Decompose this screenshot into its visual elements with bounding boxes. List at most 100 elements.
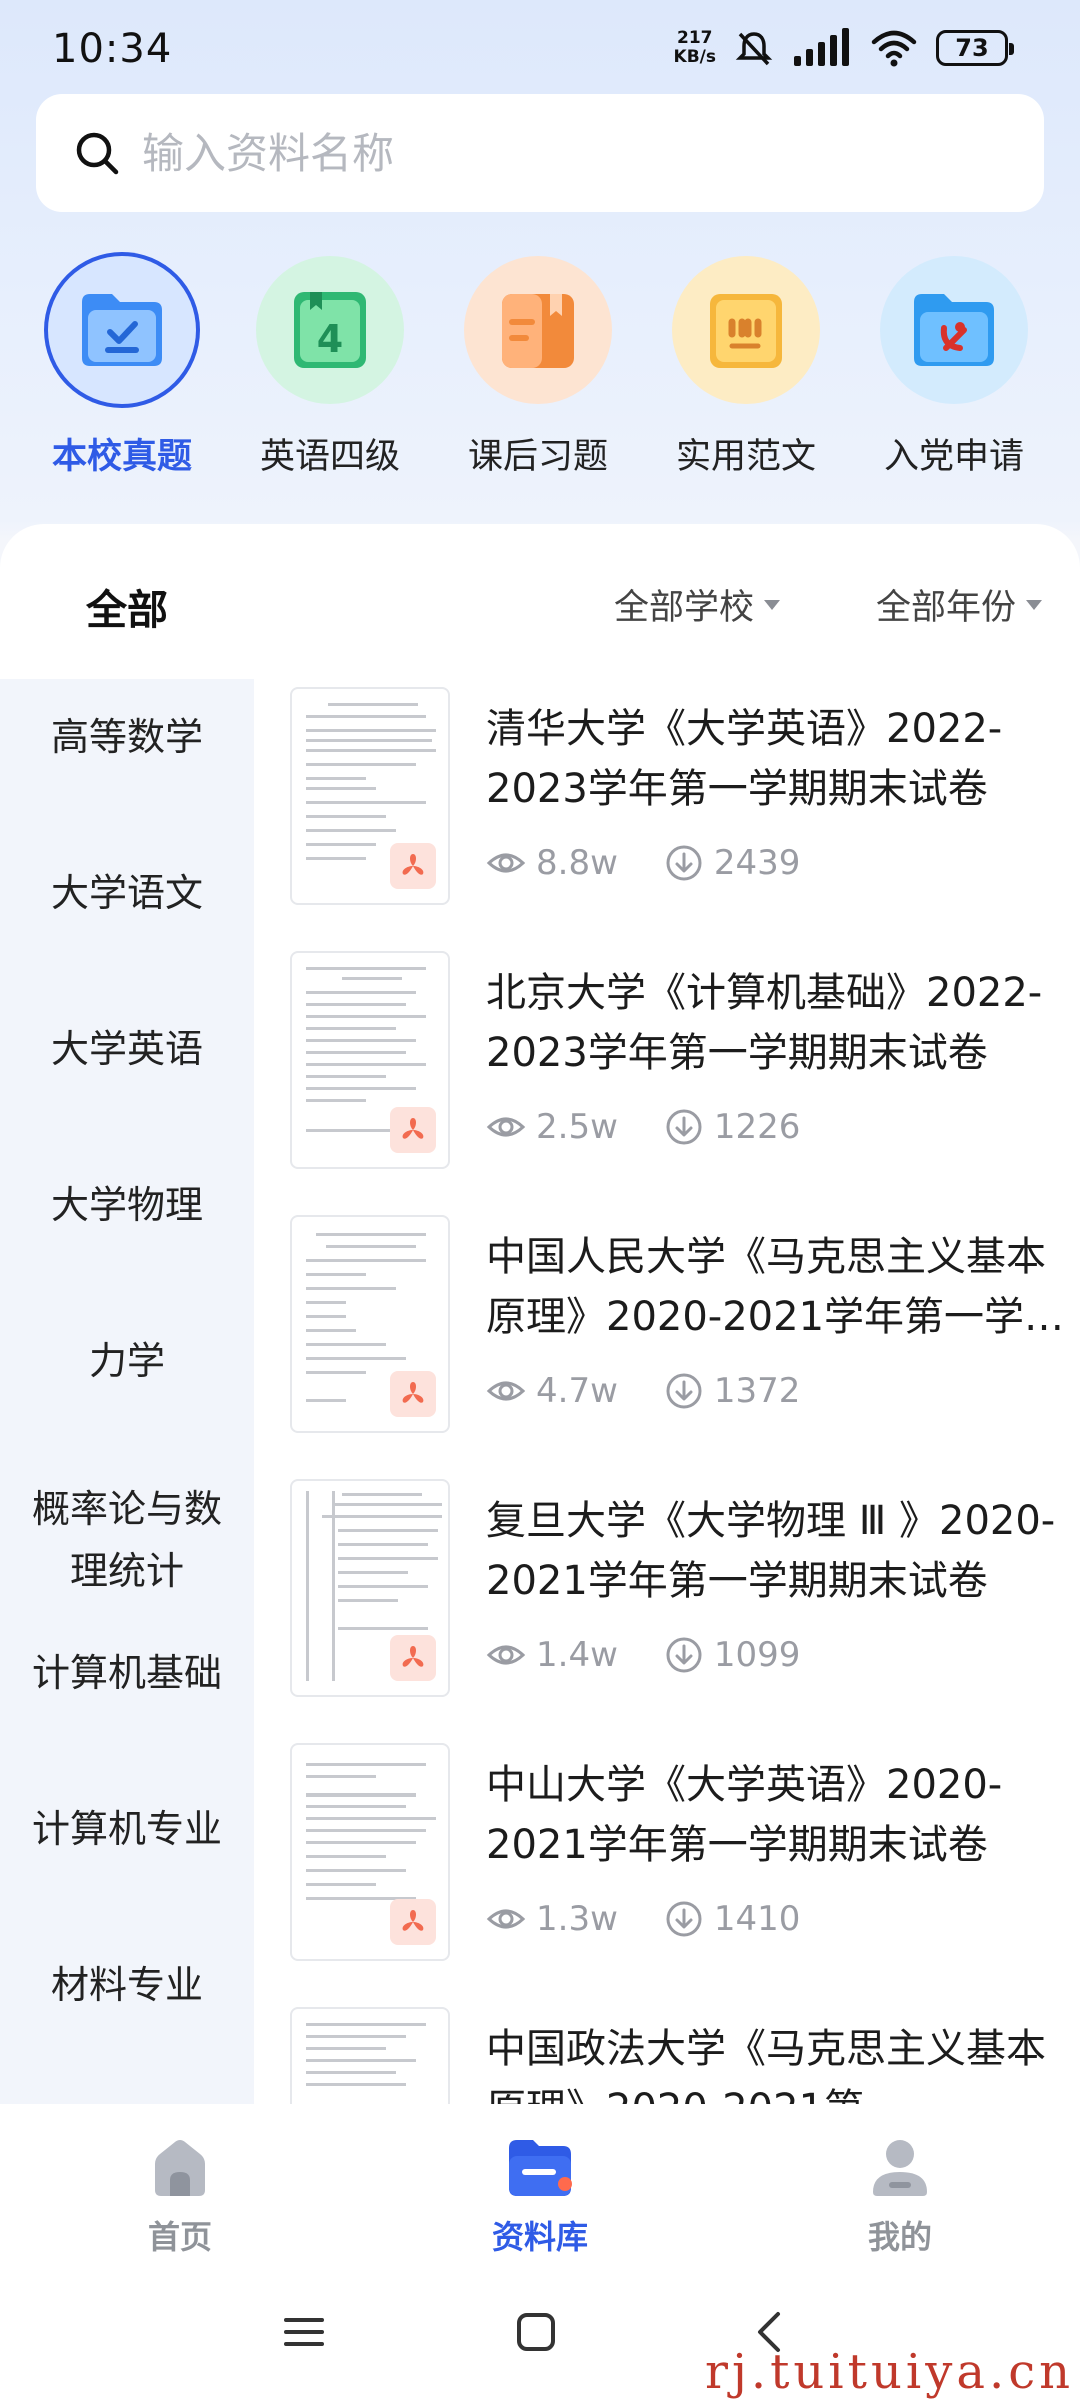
download-count: 1372 (664, 1371, 800, 1411)
year-filter[interactable]: 全部年份 (876, 579, 1043, 630)
download-icon (666, 1901, 702, 1937)
category-sample-essays[interactable]: 实用范文 (646, 256, 846, 479)
bell-muted-icon (735, 32, 773, 66)
filter-row: 全部 全部学校 全部年份 (0, 524, 1080, 679)
download-icon (666, 845, 702, 881)
document-item[interactable]: 复旦大学《大学物理 Ⅲ 》2020-2021学年第一学期期末试卷 1.4w 10… (254, 1475, 1080, 1739)
document-stats: 4.7w 1372 (486, 1371, 846, 1411)
document-item[interactable]: 清华大学《大学英语》2022-2023学年第一学期期末试卷 8.8w 2439 (254, 683, 1080, 947)
pdf-badge-icon (390, 1899, 436, 1945)
document-title: 中国政法大学《马克思主义基本原理》2020-2021第 (486, 2026, 1046, 2104)
search-icon (76, 132, 119, 175)
home-square-icon[interactable] (514, 2310, 558, 2354)
pdf-badge-icon (390, 1635, 436, 1681)
subject-item[interactable]: 计算机专业 (0, 1789, 254, 1869)
download-count-value: 2439 (713, 843, 801, 883)
view-count: 1.3w (486, 1899, 618, 1939)
download-count: 2439 (664, 843, 801, 883)
svg-text:4: 4 (317, 317, 343, 361)
download-icon (666, 1373, 702, 1409)
subject-item[interactable]: 高等数学 (0, 697, 254, 777)
category-label: 英语四级 (259, 437, 400, 477)
school-filter-label: 全部学校 (614, 588, 755, 628)
menu-icon[interactable] (282, 2310, 326, 2354)
category-exercises[interactable]: 课后习题 (438, 256, 638, 479)
subject-item[interactable]: 大学英语 (0, 1009, 254, 1089)
subject-item[interactable]: 力学 (0, 1321, 254, 1401)
document-item[interactable]: 中国政法大学《马克思主义基本原理》2020-2021第 (254, 2003, 1080, 2104)
view-count-value: 8.8w (536, 843, 618, 883)
view-count: 2.5w (486, 1107, 618, 1147)
search-input[interactable] (142, 128, 942, 178)
view-count-value: 2.5w (536, 1107, 618, 1147)
category-label: 实用范文 (675, 437, 816, 477)
view-count: 1.4w (486, 1635, 618, 1675)
document-title: 中国人民大学《马克思主义基本原理》2020-2021学年第一学期期末试卷 (486, 1234, 1065, 1340)
nav-library[interactable]: 资料库 (440, 2134, 640, 2258)
exercise-book-icon (464, 256, 612, 404)
library-panel: 全部 全部学校 全部年份 高等数学 大学语文 大学英语 大学物理 力学 概率论与… (0, 524, 1080, 2104)
document-title: 复旦大学《大学物理 Ⅲ 》2020-2021学年第一学期期末试卷 (486, 1498, 1056, 1604)
signal-icon (794, 28, 849, 66)
document-stats: 1.4w 1099 (486, 1635, 846, 1675)
document-list: 清华大学《大学英语》2022-2023学年第一学期期末试卷 8.8w 2439 (254, 679, 1080, 2104)
subject-item[interactable]: 大学物理 (0, 1165, 254, 1245)
wifi-icon (871, 30, 917, 67)
home-icon (155, 2140, 205, 2196)
subject-item[interactable]: 材料专业 (0, 1945, 254, 2025)
search-bar[interactable] (36, 94, 1044, 212)
pdf-badge-icon (390, 1107, 436, 1153)
document-title: 北京大学《计算机基础》2022-2023学年第一学期期末试卷 (486, 970, 1043, 1076)
eye-icon (486, 1645, 526, 1665)
eye-icon (486, 1381, 526, 1401)
caret-down-icon (1026, 599, 1043, 610)
profile-icon (873, 2140, 927, 2196)
status-bar: 10:34 217 KB/s 73 (0, 0, 1080, 92)
library-icon (509, 2140, 572, 2196)
nav-label: 首页 (147, 2218, 212, 2256)
category-school-exams[interactable]: 本校真题 (22, 256, 222, 479)
category-row: 本校真题 4 英语四级 课后习题 实用范文 入党申请 (0, 256, 1080, 486)
view-count-value: 1.3w (536, 1899, 618, 1939)
document-thumbnail (290, 1479, 450, 1697)
download-count-value: 1226 (713, 1107, 801, 1147)
subject-item[interactable]: 大学语文 (0, 853, 254, 933)
checklist-folder-icon (48, 256, 196, 404)
category-label: 本校真题 (51, 437, 192, 477)
download-count-value: 1410 (713, 1899, 801, 1939)
subject-item[interactable]: 计算机基础 (0, 1633, 254, 1713)
quote-document-icon (672, 256, 820, 404)
view-count-value: 4.7w (536, 1371, 618, 1411)
download-count: 1226 (664, 1107, 801, 1147)
view-count: 8.8w (486, 843, 618, 883)
document-item[interactable]: 北京大学《计算机基础》2022-2023学年第一学期期末试卷 2.5w 1226 (254, 947, 1080, 1211)
network-speed-value: 217 (677, 28, 713, 48)
eye-icon (486, 853, 526, 873)
document-title: 中山大学《大学英语》2020-2021学年第一学期期末试卷 (486, 1762, 1003, 1868)
document-stats: 8.8w 2439 (486, 843, 846, 883)
network-speed-unit: KB/s (673, 47, 716, 67)
nav-profile[interactable]: 我的 (800, 2134, 1000, 2258)
tab-all[interactable]: 全部 (86, 576, 168, 636)
school-filter[interactable]: 全部学校 (614, 579, 781, 630)
status-icons: 217 KB/s 73 (674, 28, 1014, 68)
category-cet4[interactable]: 4 英语四级 (230, 256, 430, 479)
party-folder-icon (880, 256, 1028, 404)
view-count: 4.7w (486, 1371, 618, 1411)
document-item[interactable]: 中国人民大学《马克思主义基本原理》2020-2021学年第一学期期末试卷 4.7… (254, 1211, 1080, 1475)
eye-icon (486, 1909, 526, 1929)
nav-home[interactable]: 首页 (80, 2134, 280, 2258)
category-label: 入党申请 (883, 437, 1024, 477)
document-thumbnail (290, 2007, 450, 2104)
battery-indicator: 73 (936, 30, 1014, 66)
network-speed: 217 KB/s (674, 29, 716, 67)
subject-item[interactable]: 概率论与数理统计 (0, 1475, 254, 1605)
document-title: 清华大学《大学英语》2022-2023学年第一学期期末试卷 (486, 706, 1003, 812)
eye-icon (486, 1117, 526, 1137)
category-party-application[interactable]: 入党申请 (854, 256, 1054, 479)
pdf-badge-icon (390, 843, 436, 889)
caret-down-icon (764, 599, 781, 610)
document-item[interactable]: 中山大学《大学英语》2020-2021学年第一学期期末试卷 1.3w 1410 (254, 1739, 1080, 2003)
document-thumbnail (290, 951, 450, 1169)
document-thumbnail (290, 1215, 450, 1433)
